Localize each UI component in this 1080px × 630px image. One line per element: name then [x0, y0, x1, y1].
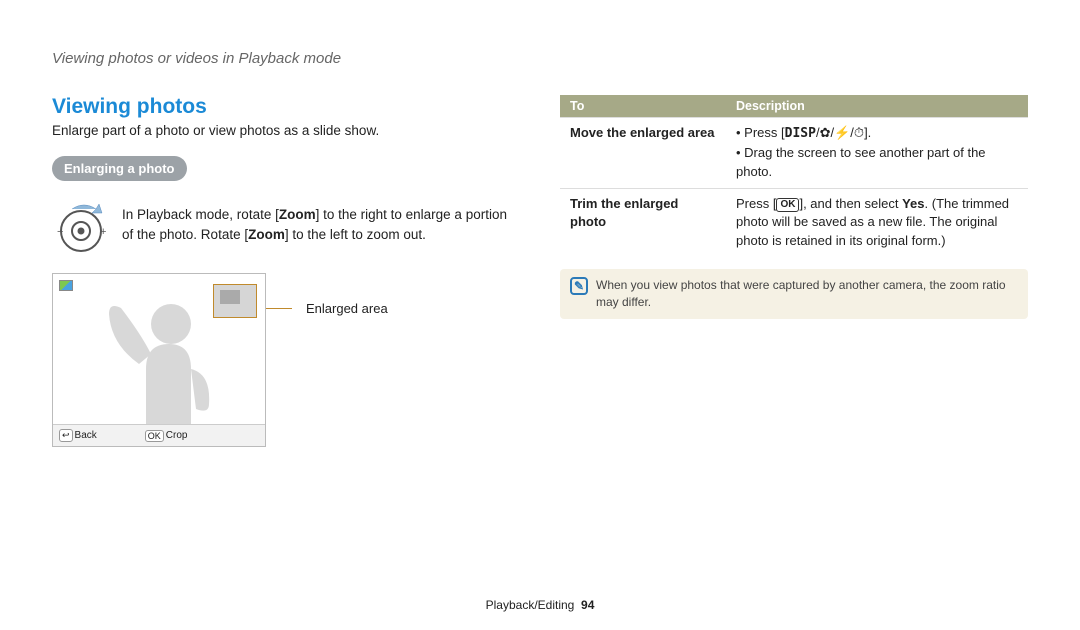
note-icon: ✎	[570, 277, 588, 295]
ok-button-icon: OK	[776, 198, 799, 212]
macro-icon: ✿	[820, 125, 831, 140]
svg-text:−: −	[57, 226, 63, 238]
timer-icon: ⏱	[854, 125, 864, 140]
breadcrumb: Viewing photos or videos in Playback mod…	[52, 50, 1028, 67]
description-table: To Description Move the enlarged area • …	[560, 95, 1028, 257]
row-key-trim: Trim the enlarged photo	[560, 188, 726, 257]
preview-toolbar: ↩ Back OK Crop	[53, 424, 265, 446]
table-header-description: Description	[726, 95, 1028, 118]
enlarged-area-overlay	[213, 284, 257, 318]
zoom-instruction: In Playback mode, rotate [Zoom] to the r…	[122, 199, 520, 244]
enlarging-pill: Enlarging a photo	[52, 156, 187, 181]
zoom-dial-icon: − +	[52, 199, 110, 257]
photo-preview: ↩ Back OK Crop	[52, 273, 266, 447]
svg-text:+: +	[100, 226, 106, 238]
page-footer: Playback/Editing 94	[0, 598, 1080, 612]
note-text: When you view photos that were captured …	[596, 277, 1018, 311]
table-row: Move the enlarged area • Press [DISP/✿/⚡…	[560, 118, 1028, 189]
lead-text: Enlarge part of a photo or view photos a…	[52, 123, 520, 138]
row-desc-trim: Press [OK], and then select Yes. (The tr…	[726, 188, 1028, 257]
note-box: ✎ When you view photos that were capture…	[560, 269, 1028, 319]
table-row: Trim the enlarged photo Press [OK], and …	[560, 188, 1028, 257]
row-desc-move: • Press [DISP/✿/⚡/⏱]. • Drag the screen …	[726, 118, 1028, 189]
disp-button-icon: DISP	[785, 126, 816, 141]
flash-icon: ⚡	[834, 125, 850, 140]
leader-line	[266, 308, 292, 309]
enlarged-area-label: Enlarged area	[306, 301, 388, 316]
left-column: Viewing photos Enlarge part of a photo o…	[52, 95, 520, 447]
photo-type-icon	[59, 280, 73, 291]
table-header-to: To	[560, 95, 726, 118]
back-label: Back	[75, 430, 97, 441]
back-icon: ↩	[59, 429, 73, 442]
row-key-move: Move the enlarged area	[560, 118, 726, 189]
crop-label: Crop	[166, 430, 188, 441]
right-column: To Description Move the enlarged area • …	[560, 95, 1028, 447]
ok-icon: OK	[145, 430, 164, 442]
section-title: Viewing photos	[52, 95, 520, 119]
